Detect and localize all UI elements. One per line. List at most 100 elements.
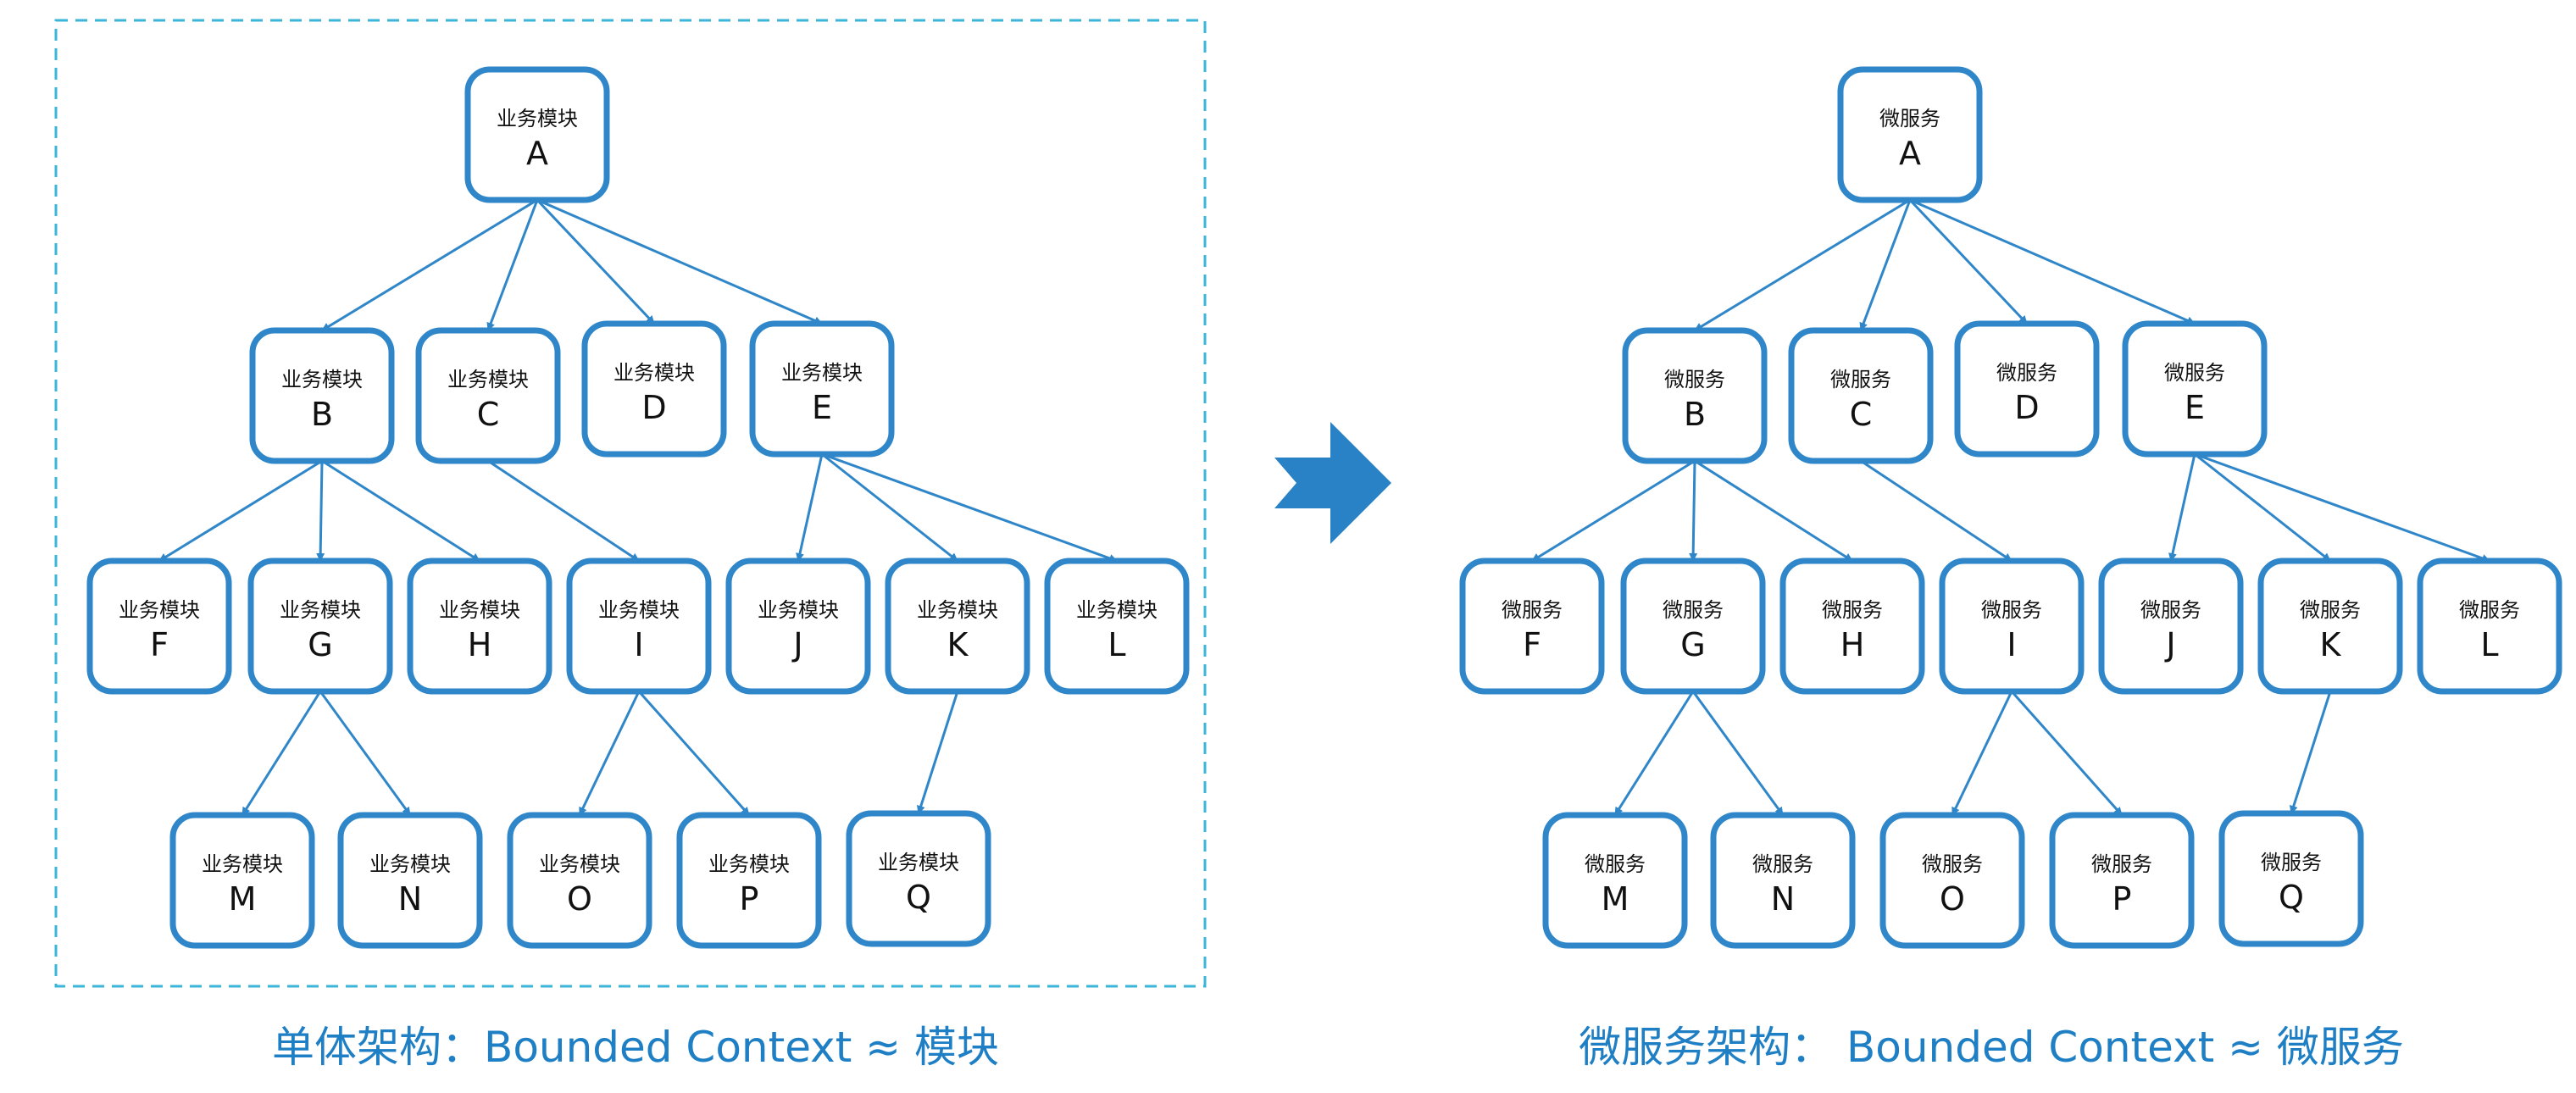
microservice-edge-e-l bbox=[2194, 452, 2490, 563]
monolith-node-m: 业务模块 M bbox=[169, 812, 315, 949]
microservice-node-f: 微服务 F bbox=[1459, 558, 1605, 695]
monolith-node-type-label: 业务模块 bbox=[439, 598, 520, 622]
microservice-node-type-label: 微服务 bbox=[1879, 107, 1940, 130]
microservice-node-letter: L bbox=[2480, 626, 2498, 663]
monolith-edge-b-f bbox=[158, 459, 323, 563]
microservice-node-letter: Q bbox=[2279, 879, 2304, 916]
right-arrow-icon bbox=[1274, 422, 1391, 544]
monolith-node-a: 业务模块 A bbox=[464, 66, 610, 203]
microservice-node-letter: J bbox=[2164, 626, 2175, 663]
microservice-node-a: 微服务 A bbox=[1837, 66, 1983, 203]
microservice-edge-g-n bbox=[1691, 691, 1785, 816]
monolith-node-o: 业务模块 O bbox=[507, 812, 652, 949]
monolith-edge-a-b bbox=[321, 198, 538, 332]
monolith-edge-e-k bbox=[821, 452, 958, 563]
monolith-node-letter: H bbox=[468, 626, 492, 663]
microservice-node-type-label: 微服务 bbox=[1830, 368, 1891, 391]
monolith-node-letter: Q bbox=[906, 879, 931, 916]
monolith-caption: 单体架构：Bounded Context ≈ 模块 bbox=[272, 1023, 999, 1072]
microservice-node-letter: M bbox=[1602, 880, 1629, 918]
monolith-node-h: 业务模块 H bbox=[407, 558, 552, 695]
microservice-node-letter: D bbox=[2014, 389, 2039, 426]
microservice-node-o: 微服务 O bbox=[1879, 812, 2025, 949]
architecture-diagram: 业务模块 A 业务模块 B 业务模块 C 业务模块 D 业务模块 E 业务模块 F 业务模块 G 业务模块 H… bbox=[54, 19, 2562, 988]
microservice-node-k: 微服务 K bbox=[2257, 558, 2403, 695]
microservice-node-type-label: 微服务 bbox=[1585, 852, 1646, 876]
monolith-edge-i-p bbox=[637, 691, 751, 816]
monolith-edge-a-e bbox=[536, 198, 823, 325]
monolith-node-e: 业务模块 E bbox=[749, 320, 895, 458]
monolith-node-type-label: 业务模块 bbox=[280, 598, 361, 622]
monolith-edge-b-g bbox=[316, 460, 325, 562]
monolith-node-type-label: 业务模块 bbox=[708, 852, 790, 876]
microservice-node-l: 微服务 L bbox=[2417, 558, 2562, 695]
monolith-node-type-label: 业务模块 bbox=[281, 368, 363, 391]
microservice-node-letter: E bbox=[2185, 389, 2205, 426]
microservice-node-b: 微服务 B bbox=[1622, 327, 1768, 464]
monolith-edges bbox=[158, 198, 1118, 816]
monolith-node-type-label: 业务模块 bbox=[539, 852, 620, 876]
monolith-node-letter: P bbox=[740, 880, 759, 918]
microservice-node-letter: F bbox=[1523, 626, 1541, 663]
microservice-edge-g-m bbox=[1613, 691, 1695, 816]
microservice-node-letter: G bbox=[1680, 626, 1705, 663]
monolith-node-f: 业务模块 F bbox=[86, 558, 232, 695]
microservice-node-letter: A bbox=[1899, 135, 1921, 172]
monolith-node-n: 业务模块 N bbox=[337, 812, 483, 949]
microservice-node-type-label: 微服务 bbox=[2300, 598, 2361, 622]
microservice-edges bbox=[1531, 198, 2490, 816]
microservice-node-type-label: 微服务 bbox=[1752, 852, 1813, 876]
microservice-node-letter: N bbox=[1771, 880, 1795, 918]
microservice-node-type-label: 微服务 bbox=[1664, 368, 1725, 391]
microservice-node-g: 微服务 G bbox=[1620, 558, 1766, 695]
microservice-edge-i-p bbox=[2010, 691, 2124, 816]
monolith-node-type-label: 业务模块 bbox=[1076, 598, 1158, 622]
microservice-node-j: 微服务 J bbox=[2098, 558, 2244, 695]
monolith-node-type-label: 业务模块 bbox=[878, 851, 959, 874]
microservice-node-m: 微服务 M bbox=[1542, 812, 1688, 949]
microservice-node-e: 微服务 E bbox=[2122, 320, 2268, 458]
microservice-edge-a-d bbox=[1908, 198, 2029, 325]
monolith-node-letter: N bbox=[398, 880, 422, 918]
monolith-edge-c-i bbox=[487, 459, 640, 563]
microservice-node-h: 微服务 H bbox=[1779, 558, 1925, 695]
monolith-node-letter: A bbox=[526, 135, 548, 172]
microservice-node-q: 微服务 Q bbox=[2218, 810, 2364, 947]
microservice-edge-a-b bbox=[1694, 198, 1911, 332]
microservice-edge-b-g bbox=[1689, 460, 1698, 562]
monolith-node-letter: I bbox=[634, 626, 643, 663]
monolith-tree: 业务模块 A 业务模块 B 业务模块 C 业务模块 D 业务模块 E 业务模块 F 业务模块 G 业务模块 H… bbox=[86, 66, 1190, 949]
monolith-node-letter: K bbox=[947, 626, 969, 663]
monolith-node-type-label: 业务模块 bbox=[613, 361, 695, 385]
monolith-node-c: 业务模块 C bbox=[415, 327, 561, 464]
monolith-edge-b-h bbox=[321, 459, 480, 563]
microservice-node-c: 微服务 C bbox=[1788, 327, 1934, 464]
monolith-edge-g-m bbox=[241, 691, 322, 816]
monolith-node-letter: J bbox=[791, 626, 802, 663]
microservice-node-letter: H bbox=[1840, 626, 1865, 663]
microservice-tree: 微服务 A 微服务 B 微服务 C 微服务 D 微服务 E 微服务 F 微服务 G 微服务 H 微服务 I 微服务 J… bbox=[1459, 66, 2562, 949]
monolith-node-letter: C bbox=[477, 396, 500, 433]
microservice-edge-k-q bbox=[2289, 691, 2332, 814]
monolith-node-type-label: 业务模块 bbox=[917, 598, 998, 622]
microservice-edge-a-e bbox=[1909, 198, 2196, 325]
monolith-edge-a-d bbox=[536, 198, 656, 325]
microservice-edge-e-k bbox=[2194, 452, 2331, 563]
monolith-node-type-label: 业务模块 bbox=[202, 852, 283, 876]
monolith-node-g: 业务模块 G bbox=[247, 558, 393, 695]
microservice-node-type-label: 微服务 bbox=[2164, 361, 2225, 385]
monolith-node-letter: F bbox=[150, 626, 169, 663]
monolith-node-letter: E bbox=[812, 389, 832, 426]
microservice-node-type-label: 微服务 bbox=[2140, 598, 2201, 622]
monolith-node-b: 业务模块 B bbox=[249, 327, 395, 464]
microservice-node-letter: K bbox=[2320, 626, 2342, 663]
monolith-node-type-label: 业务模块 bbox=[369, 852, 451, 876]
monolith-node-letter: G bbox=[308, 626, 332, 663]
microservice-node-type-label: 微服务 bbox=[1981, 598, 2042, 622]
microservice-edge-b-f bbox=[1531, 459, 1696, 563]
monolith-node-letter: O bbox=[567, 880, 592, 918]
monolith-edge-k-q bbox=[916, 691, 959, 814]
microservice-node-letter: I bbox=[2007, 626, 2016, 663]
monolith-node-type-label: 业务模块 bbox=[781, 361, 863, 385]
microservice-node-d: 微服务 D bbox=[1954, 320, 2100, 458]
